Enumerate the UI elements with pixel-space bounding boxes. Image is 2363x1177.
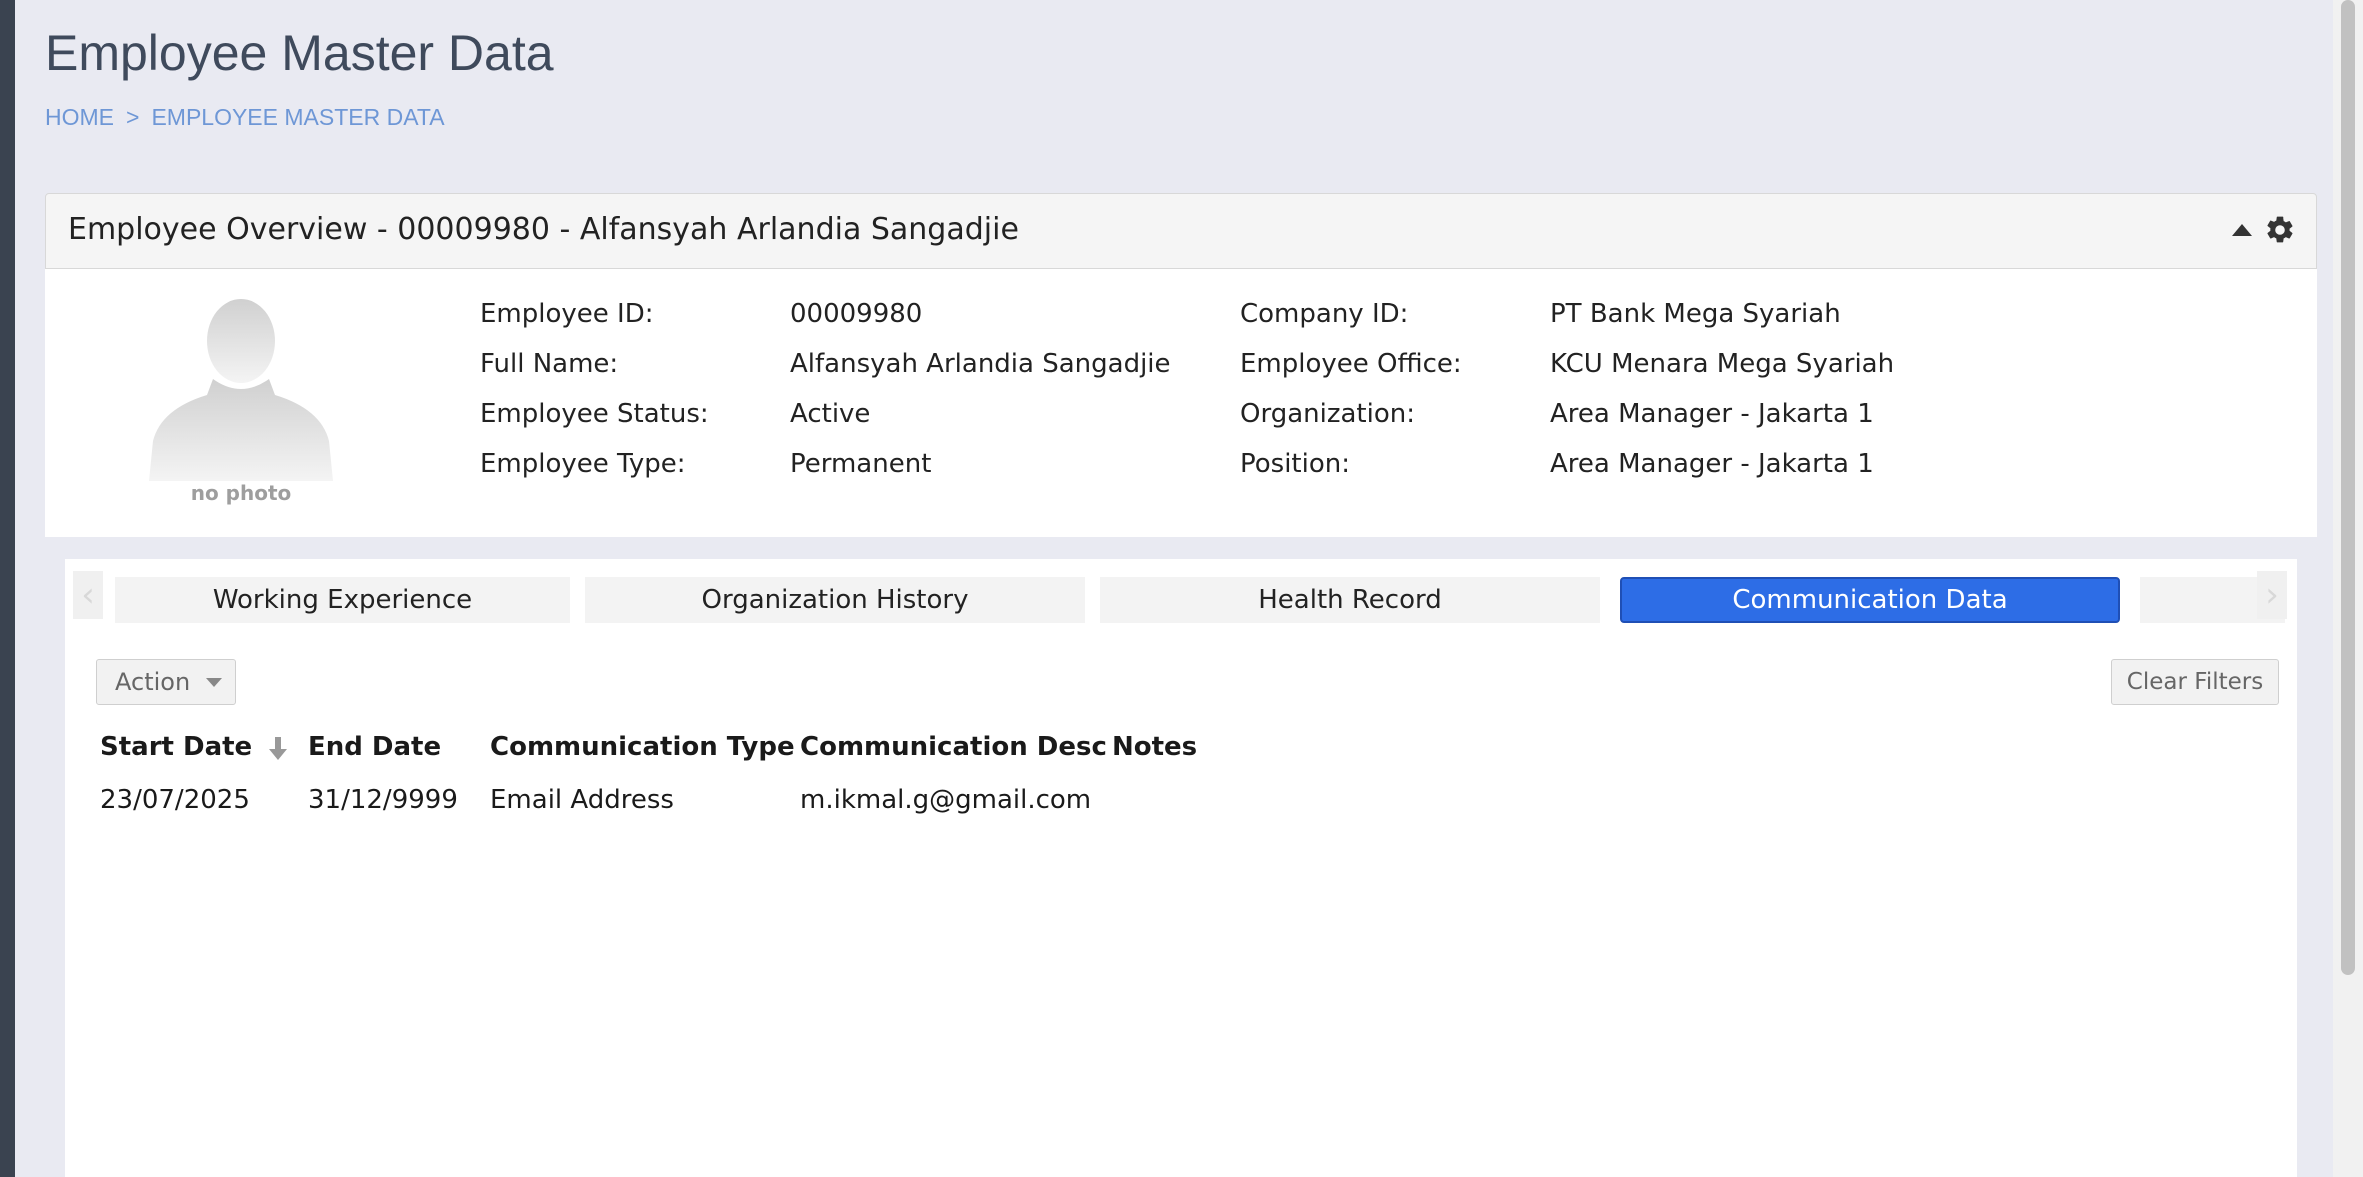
action-label: Action: [115, 668, 191, 696]
column-header-communication-type[interactable]: Communication Type: [490, 732, 795, 762]
tab-working-experience[interactable]: Working Experience: [115, 577, 570, 623]
position-value: Area Manager - Jakarta 1: [1550, 449, 1874, 479]
breadcrumb-home-link[interactable]: HOME: [45, 104, 114, 131]
tab-scroll-left-button[interactable]: ‹: [73, 571, 103, 619]
column-header-end-date[interactable]: End Date: [308, 732, 441, 762]
page-scrollbar-thumb[interactable]: [2341, 0, 2355, 975]
page-content: Employee Master Data HOME > EMPLOYEE MAS…: [15, 0, 2333, 1177]
employee-id-value: 00009980: [790, 299, 923, 329]
tab-health-record[interactable]: Health Record: [1100, 577, 1600, 623]
position-label: Position:: [1240, 449, 1350, 479]
tab-organization-history[interactable]: Organization History: [585, 577, 1085, 623]
no-photo-label: no photo: [190, 481, 292, 505]
employee-photo: no photo: [143, 291, 339, 505]
clear-filters-button[interactable]: Clear Filters: [2111, 659, 2279, 705]
cell-end-date: 31/12/9999: [308, 785, 458, 815]
no-photo-silhouette-icon: [149, 299, 333, 481]
employee-office-value: KCU Menara Mega Syariah: [1550, 349, 1895, 379]
organization-value: Area Manager - Jakarta 1: [1550, 399, 1874, 429]
company-id-label: Company ID:: [1240, 299, 1409, 329]
cell-communication-type: Email Address: [490, 785, 674, 815]
overview-panel-header: Employee Overview - 00009980 - Alfansyah…: [45, 193, 2317, 269]
caret-up-icon[interactable]: [2232, 224, 2252, 236]
overview-panel-body: no photo Employee ID: 00009980 Full Name…: [45, 269, 2317, 537]
full-name-label: Full Name:: [480, 349, 619, 379]
employee-office-label: Employee Office:: [1240, 349, 1462, 379]
full-name-value: Alfansyah Arlandia Sangadjie: [790, 349, 1171, 379]
breadcrumb: HOME > EMPLOYEE MASTER DATA: [45, 104, 445, 131]
breadcrumb-current: EMPLOYEE MASTER DATA: [151, 104, 445, 130]
company-id-value: PT Bank Mega Syariah: [1550, 299, 1841, 329]
employee-type-label: Employee Type:: [480, 449, 686, 479]
gear-icon[interactable]: [2264, 214, 2296, 246]
column-header-notes[interactable]: Notes: [1112, 732, 1197, 762]
employee-type-value: Permanent: [790, 449, 932, 479]
organization-label: Organization:: [1240, 399, 1415, 429]
cell-communication-desc: m.ikmal.g@gmail.com: [800, 785, 1092, 815]
breadcrumb-separator: >: [126, 104, 140, 130]
column-header-label: Start Date: [100, 732, 253, 762]
column-header-start-date[interactable]: Start Date: [100, 732, 288, 762]
column-header-communication-desc[interactable]: Communication Desc: [800, 732, 1107, 762]
cell-start-date: 23/07/2025: [100, 785, 250, 815]
action-dropdown-button[interactable]: Action: [96, 659, 236, 705]
detail-tabs-panel: ‹ Working Experience Organization Histor…: [65, 559, 2297, 1177]
chevron-down-icon: [206, 677, 223, 687]
tab-communication-data[interactable]: Communication Data: [1620, 577, 2120, 623]
page-scrollbar-track[interactable]: [2333, 0, 2363, 1177]
tab-scroll-right-button[interactable]: ›: [2257, 571, 2287, 619]
left-sidebar-rail: [0, 0, 15, 1177]
employee-status-value: Active: [790, 399, 871, 429]
page-title: Employee Master Data: [45, 25, 554, 81]
employee-id-label: Employee ID:: [480, 299, 654, 329]
employee-status-label: Employee Status:: [480, 399, 709, 429]
overview-title: Employee Overview - 00009980 - Alfansyah…: [68, 212, 1019, 247]
sort-descending-icon[interactable]: [269, 735, 288, 761]
